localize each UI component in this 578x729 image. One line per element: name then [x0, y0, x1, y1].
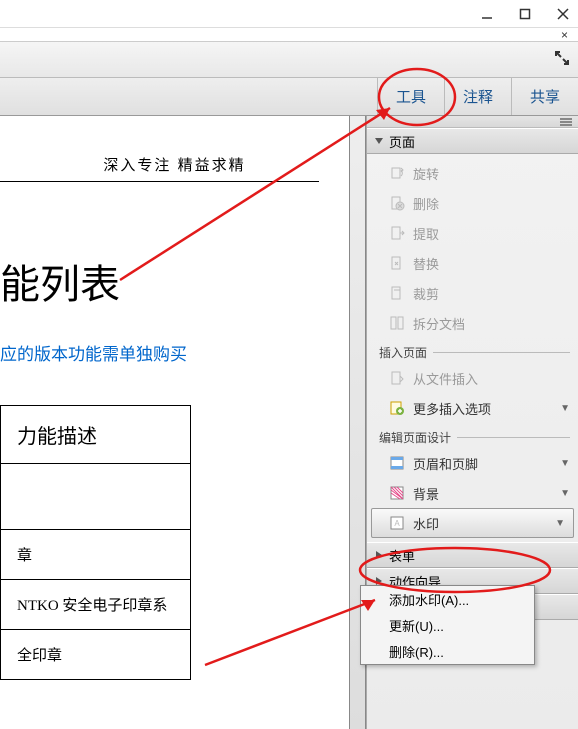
pin-row: ×: [0, 28, 578, 42]
item-label: 拆分文档: [413, 314, 465, 333]
watermark-context-menu: 添加水印(A)... 更新(U)... 删除(R)...: [360, 585, 535, 665]
toolbar-chrome: [0, 42, 578, 78]
table-cell: [1, 464, 191, 530]
header-footer-icon: [389, 455, 405, 471]
background-icon: [389, 485, 405, 501]
document-view: 深入专注 精益求精 能列表 应的版本功能需单独购买 力能描述 章 NTKO 安全…: [0, 116, 350, 729]
chevron-down-icon: ▼: [555, 518, 565, 529]
table-cell: 全印章: [1, 630, 191, 680]
ctx-add-watermark[interactable]: 添加水印(A)...: [361, 586, 534, 612]
item-label: 提取: [413, 224, 439, 243]
doc-link-text[interactable]: 应的版本功能需单独购买: [0, 340, 349, 365]
section-pages-body: 旋转 删除 提取 替换 裁剪 拆分文档 插入页面: [367, 154, 578, 542]
chevron-down-icon: ▼: [560, 458, 570, 469]
item-label: 删除: [413, 194, 439, 213]
tab-share[interactable]: 共享: [511, 78, 578, 115]
doc-title: 能列表: [0, 252, 349, 310]
maximize-button[interactable]: [518, 7, 532, 21]
rotate-icon: [389, 165, 405, 181]
panel-grip[interactable]: [367, 116, 578, 128]
subheader-insert: 插入页面: [367, 338, 578, 363]
fullscreen-icon[interactable]: [554, 50, 570, 71]
section-label: 页面: [389, 132, 415, 151]
item-label: 背景: [413, 484, 439, 503]
chevron-down-icon: ▼: [560, 488, 570, 499]
section-forms[interactable]: 表单: [367, 542, 578, 568]
item-extract: 提取: [367, 218, 578, 248]
item-label: 页眉和页脚: [413, 454, 478, 473]
tab-tools[interactable]: 工具: [377, 78, 444, 115]
delete-page-icon: [389, 195, 405, 211]
item-insert-file: 从文件插入: [367, 363, 578, 393]
item-crop: 裁剪: [367, 278, 578, 308]
item-label: 替换: [413, 254, 439, 273]
item-label: 水印: [413, 514, 439, 533]
replace-icon: [389, 255, 405, 271]
close-button[interactable]: [556, 7, 570, 21]
item-split: 拆分文档: [367, 308, 578, 338]
watermark-icon: A: [389, 515, 405, 531]
subheader-edit: 编辑页面设计: [367, 423, 578, 448]
item-delete: 删除: [367, 188, 578, 218]
section-label: 表单: [389, 546, 415, 565]
chevron-right-icon: [376, 551, 382, 559]
window-titlebar: [0, 0, 578, 28]
insert-file-icon: [389, 370, 405, 386]
split-icon: [389, 315, 405, 331]
extract-icon: [389, 225, 405, 241]
ctx-update-watermark[interactable]: 更新(U)...: [361, 612, 534, 638]
item-more-insert[interactable]: 更多插入选项 ▼: [367, 393, 578, 423]
section-pages[interactable]: 页面: [367, 128, 578, 154]
chevron-down-icon: ▼: [560, 403, 570, 414]
pin-close-icon[interactable]: ×: [561, 30, 568, 40]
item-label: 旋转: [413, 164, 439, 183]
minimize-button[interactable]: [480, 7, 494, 21]
tabs-row: 工具 注释 共享: [0, 78, 578, 116]
item-replace: 替换: [367, 248, 578, 278]
item-label: 裁剪: [413, 284, 439, 303]
chevron-right-icon: [376, 577, 382, 585]
item-watermark[interactable]: A 水印 ▼: [371, 508, 574, 538]
chevron-down-icon: [375, 138, 383, 144]
svg-text:A: A: [394, 519, 400, 528]
crop-icon: [389, 285, 405, 301]
item-header-footer[interactable]: 页眉和页脚 ▼: [367, 448, 578, 478]
item-background[interactable]: 背景 ▼: [367, 478, 578, 508]
item-label: 从文件插入: [413, 369, 478, 388]
ctx-remove-watermark[interactable]: 删除(R)...: [361, 638, 534, 664]
more-insert-icon: [389, 400, 405, 416]
doc-table: 力能描述 章 NTKO 安全电子印章系 全印章: [0, 405, 191, 680]
item-rotate: 旋转: [367, 158, 578, 188]
tab-comments[interactable]: 注释: [444, 78, 511, 115]
item-label: 更多插入选项: [413, 399, 491, 418]
table-cell: 力能描述: [1, 406, 191, 464]
table-cell: 章: [1, 530, 191, 580]
table-cell: NTKO 安全电子印章系: [1, 580, 191, 630]
doc-tagline: 深入专注 精益求精: [0, 146, 349, 181]
